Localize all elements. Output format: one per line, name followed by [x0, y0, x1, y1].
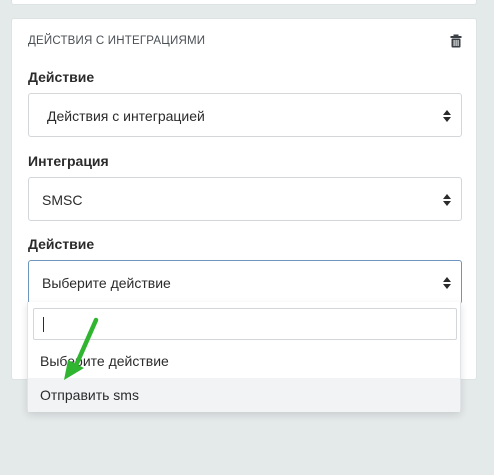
dropdown-option-send-sms[interactable]: Отправить sms: [28, 378, 460, 412]
integration-label: Интеграция: [28, 153, 109, 169]
dropdown-option-placeholder[interactable]: Выберите действие: [28, 344, 460, 378]
integration-action-dropdown: Выберите действие Отправить sms: [27, 302, 461, 412]
integration-action-label: Действие: [28, 236, 95, 252]
previous-card: [11, 0, 477, 5]
panel-title: ДЕЙСТВИЯ С ИНТЕГРАЦИЯМИ: [28, 35, 206, 47]
dropdown-search-input[interactable]: [33, 308, 457, 340]
integration-select-value: SMSC: [42, 192, 83, 208]
integration-select[interactable]: SMSC: [28, 177, 462, 221]
sort-icon: [443, 110, 451, 122]
trash-icon[interactable]: [449, 34, 463, 48]
sort-icon: [443, 194, 451, 206]
text-cursor: [43, 317, 44, 332]
action-select-value: Действия с интеграцией: [47, 108, 205, 124]
action-select[interactable]: Действия с интеграцией: [28, 93, 462, 137]
action-label: Действие: [28, 69, 95, 85]
integration-action-select-value: Выберите действие: [42, 275, 171, 291]
integration-action-select[interactable]: Выберите действие: [28, 260, 462, 304]
sort-icon: [443, 277, 451, 289]
